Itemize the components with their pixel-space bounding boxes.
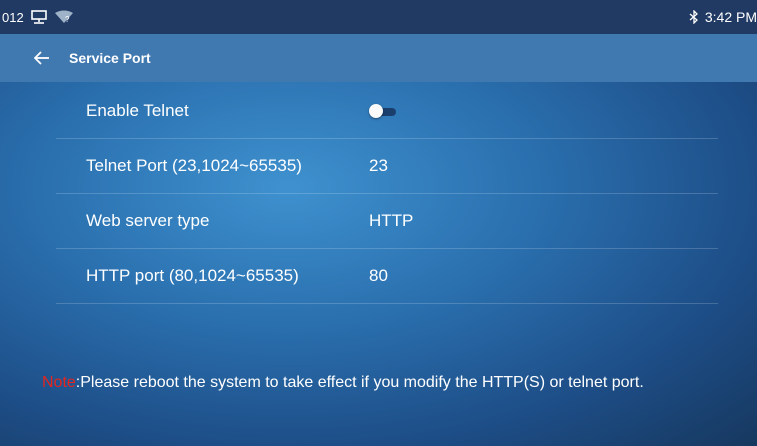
wifi-icon: ? <box>54 10 74 24</box>
settings-list: Enable Telnet Telnet Port (23,1024~65535… <box>56 84 718 304</box>
app-bar: Service Port <box>0 34 757 82</box>
setting-label: Telnet Port (23,1024~65535) <box>86 156 302 175</box>
reboot-note: Note:Please reboot the system to take ef… <box>42 374 644 392</box>
display-icon <box>30 10 48 24</box>
page-title: Service Port <box>69 50 151 66</box>
wifi-badge: ? <box>65 15 70 24</box>
setting-row-http-port[interactable]: HTTP port (80,1024~65535) 80 <box>56 249 718 304</box>
enable-telnet-toggle[interactable] <box>369 102 399 120</box>
http-port-value[interactable]: 80 <box>339 266 388 286</box>
status-left: 012 ? <box>0 10 74 25</box>
status-right: 3:42 PM <box>689 9 757 25</box>
setting-row-web-server-type[interactable]: Web server type HTTP <box>56 194 718 249</box>
note-text: :Please reboot the system to take effect… <box>75 374 644 391</box>
bluetooth-icon <box>689 10 699 24</box>
toggle-thumb <box>369 104 383 118</box>
status-bar: 012 ? 3:42 PM <box>0 0 757 34</box>
setting-label: Enable Telnet <box>86 101 189 120</box>
arrow-left-icon <box>34 51 49 65</box>
back-button[interactable] <box>32 48 52 68</box>
web-server-type-value[interactable]: HTTP <box>339 211 413 231</box>
status-left-text: 012 <box>2 9 24 25</box>
setting-row-enable-telnet[interactable]: Enable Telnet <box>56 84 718 139</box>
note-label: Note <box>42 374 76 391</box>
setting-label: Web server type <box>86 211 210 230</box>
telnet-port-value[interactable]: 23 <box>339 156 388 176</box>
status-time: 3:42 PM <box>704 9 757 25</box>
setting-row-telnet-port[interactable]: Telnet Port (23,1024~65535) 23 <box>56 139 718 194</box>
setting-label: HTTP port (80,1024~65535) <box>86 266 299 285</box>
